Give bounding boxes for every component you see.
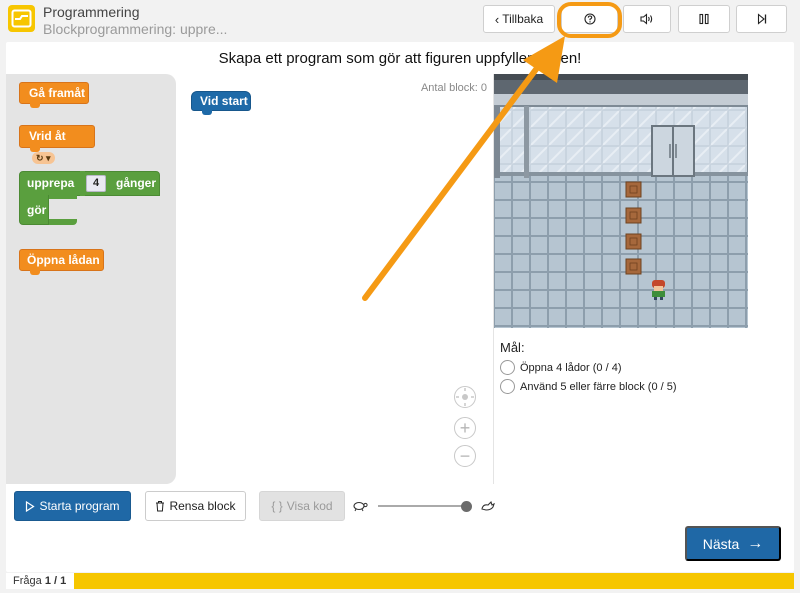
app-subtitle: Blockprogrammering: uppre... <box>43 21 228 37</box>
chevron-left-icon: ‹ <box>494 11 500 27</box>
main-panel: Skapa ett program som gör att figuren up… <box>6 42 794 572</box>
app-logo-icon <box>8 5 35 32</box>
arrow-right-icon: → <box>747 534 764 552</box>
block-notch <box>30 103 40 108</box>
clear-blocks-button[interactable]: Rensa block <box>145 491 246 521</box>
skip-forward-icon <box>757 13 766 25</box>
block-move-forward[interactable]: Gå framåt <box>19 82 89 108</box>
speaker-icon <box>640 13 653 25</box>
play-icon <box>26 500 36 512</box>
goal-item: Öppna 4 lådor (0 / 4) <box>500 360 622 375</box>
repeat-mouth-bottom <box>49 219 77 225</box>
clear-blocks-label: Rensa block <box>169 499 236 513</box>
question-prefix: Fråga <box>13 575 42 587</box>
goal-status-indicator <box>500 360 515 375</box>
block-open-box[interactable]: Öppna lådan <box>19 249 104 275</box>
instruction-text: Skapa ett program som gör att figuren up… <box>218 50 582 67</box>
show-code-label: Visa kod <box>286 499 333 513</box>
crate <box>625 207 642 224</box>
goal-item: Använd 5 eller färre block (0 / 5) <box>500 379 677 394</box>
block-move-forward-label: Gå framåt <box>29 86 86 100</box>
block-turn[interactable]: Vrid åt ↻ ▾ <box>19 125 95 164</box>
turtle-slow-icon <box>352 499 368 517</box>
block-toolbox: Gå framåt Vrid åt ↻ ▾ upprepa 4 gånger g… <box>6 74 176 484</box>
app-header: Programmering Blockprogrammering: uppre.… <box>0 0 800 40</box>
repeat-mouth-top <box>49 195 77 199</box>
question-counter: Fråga 1 / 1 <box>6 573 74 589</box>
braces-icon: { } <box>271 499 283 513</box>
back-button-label: Tillbaka <box>502 12 544 26</box>
block-workspace[interactable]: Antal block: 0 Vid start + − <box>176 74 494 484</box>
block-notch <box>30 147 40 152</box>
start-block-label: Vid start <box>200 94 248 108</box>
annotation-highlight-ring <box>557 2 622 38</box>
crate <box>625 181 642 198</box>
goal-item-label: Öppna 4 lådor (0 / 4) <box>520 361 622 374</box>
skip-button[interactable] <box>736 5 787 33</box>
question-number: 1 / 1 <box>44 575 67 587</box>
show-code-button[interactable]: { } Visa kod <box>259 491 345 521</box>
minus-icon: − <box>459 445 471 466</box>
block-notch <box>202 110 212 115</box>
block-turn-label: Vrid åt <box>29 129 66 143</box>
recenter-button[interactable] <box>454 386 476 408</box>
game-scene <box>494 74 748 328</box>
question-progress-bar <box>74 573 794 589</box>
rabbit-fast-icon <box>480 499 496 517</box>
block-repeat-do-label: gör <box>27 203 47 217</box>
block-count: Antal block: 0 <box>420 82 487 94</box>
zoom-in-button[interactable]: + <box>454 417 476 439</box>
start-program-label: Starta program <box>39 499 120 513</box>
zoom-out-button[interactable]: − <box>454 445 476 467</box>
goal-item-label: Använd 5 eller färre block (0 / 5) <box>520 380 677 393</box>
crate <box>625 258 642 275</box>
app-title: Programmering <box>43 4 140 20</box>
back-button[interactable]: ‹ Tillbaka <box>483 5 555 33</box>
trash-icon <box>156 501 165 512</box>
crosshair-icon <box>456 388 474 406</box>
speed-slider-track[interactable] <box>378 505 468 507</box>
start-program-button[interactable]: Starta program <box>14 491 131 521</box>
goals-title: Mål: <box>500 340 525 355</box>
block-repeat-times-label: gånger <box>116 176 157 190</box>
pause-button[interactable] <box>678 5 730 33</box>
crate <box>625 233 642 250</box>
sound-button[interactable] <box>623 5 671 33</box>
rotate-cw-icon: ↻ <box>36 153 44 163</box>
repeat-count-input[interactable]: 4 <box>86 175 106 192</box>
speed-slider-handle[interactable] <box>461 501 472 512</box>
turn-direction-dropdown[interactable]: ↻ ▾ <box>32 152 55 164</box>
goal-status-indicator <box>500 379 515 394</box>
start-block[interactable]: Vid start <box>191 91 251 115</box>
block-notch <box>30 270 40 275</box>
block-repeat-label: upprepa <box>27 176 75 190</box>
plus-icon: + <box>459 417 471 438</box>
game-map <box>494 74 748 328</box>
block-repeat[interactable]: upprepa 4 gånger <box>19 171 160 196</box>
block-open-box-label: Öppna lådan <box>27 253 100 267</box>
block-repeat-do: gör <box>19 195 49 225</box>
next-button-label: Nästa <box>702 535 740 552</box>
next-button[interactable]: Nästa → <box>685 526 781 561</box>
repeat-connector <box>80 171 85 196</box>
pause-icon <box>699 13 709 25</box>
